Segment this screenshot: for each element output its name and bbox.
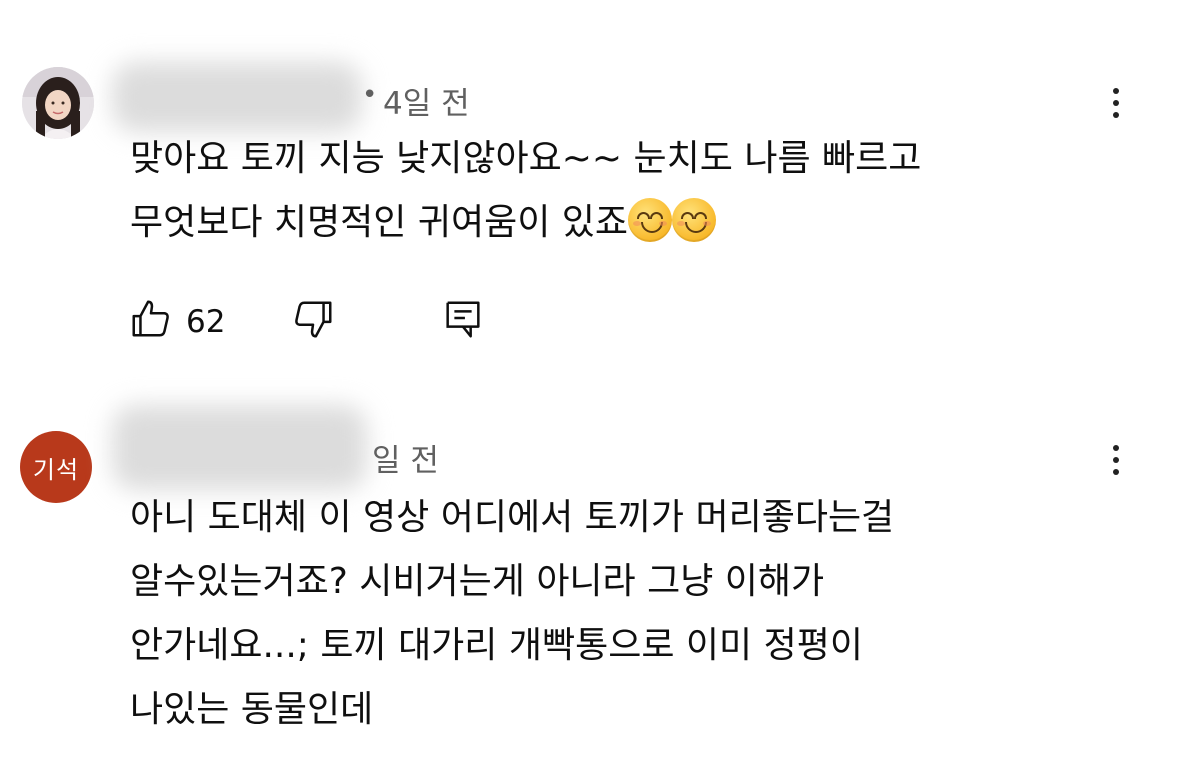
more-options-icon[interactable] — [1111, 88, 1121, 118]
comment-text-line: 맞아요 토끼 지능 낮지않아요~~ 눈치도 나름 빠르고 — [130, 138, 922, 179]
smiling-face-emoji — [628, 198, 673, 242]
author-name-redacted[interactable] — [112, 62, 362, 132]
more-options-icon[interactable] — [1111, 445, 1121, 475]
comment-time: 4일 전 — [383, 86, 470, 122]
comment-text-line: 무엇보다 치명적인 귀여움이 있죠 — [130, 202, 629, 243]
avatar[interactable] — [22, 67, 94, 139]
comment-text: 아니 도대체 이 영상 어디에서 토끼가 머리좋다는걸 알수있는거죠? 시비거는… — [130, 497, 895, 730]
smiling-face-emoji — [672, 198, 717, 242]
like-count: 62 — [186, 304, 226, 340]
separator-dot: • — [362, 80, 378, 110]
comment-time: 일 전 — [372, 443, 439, 479]
like-button[interactable] — [128, 296, 174, 346]
reply-icon — [446, 301, 480, 338]
comment-text: 맞아요 토끼 지능 낮지않아요~~ 눈치도 나름 빠르고 무엇보다 치명적인 귀… — [130, 127, 1090, 255]
like-icon — [132, 300, 169, 337]
comment: 기석 일 전 아니 도대체 이 영상 어디에서 토끼가 머리좋다는걸 알수있는거… — [0, 380, 1179, 784]
dislike-icon — [295, 301, 332, 338]
comment: • 4일 전 맞아요 토끼 지능 낮지않아요~~ 눈치도 나름 빠르고 무엇보다… — [0, 0, 1179, 380]
dislike-button[interactable] — [290, 296, 336, 346]
author-name-redacted[interactable] — [112, 405, 367, 490]
avatar-photo-image — [22, 67, 94, 139]
avatar[interactable]: 기석 — [20, 431, 92, 503]
reply-button[interactable] — [440, 296, 486, 346]
